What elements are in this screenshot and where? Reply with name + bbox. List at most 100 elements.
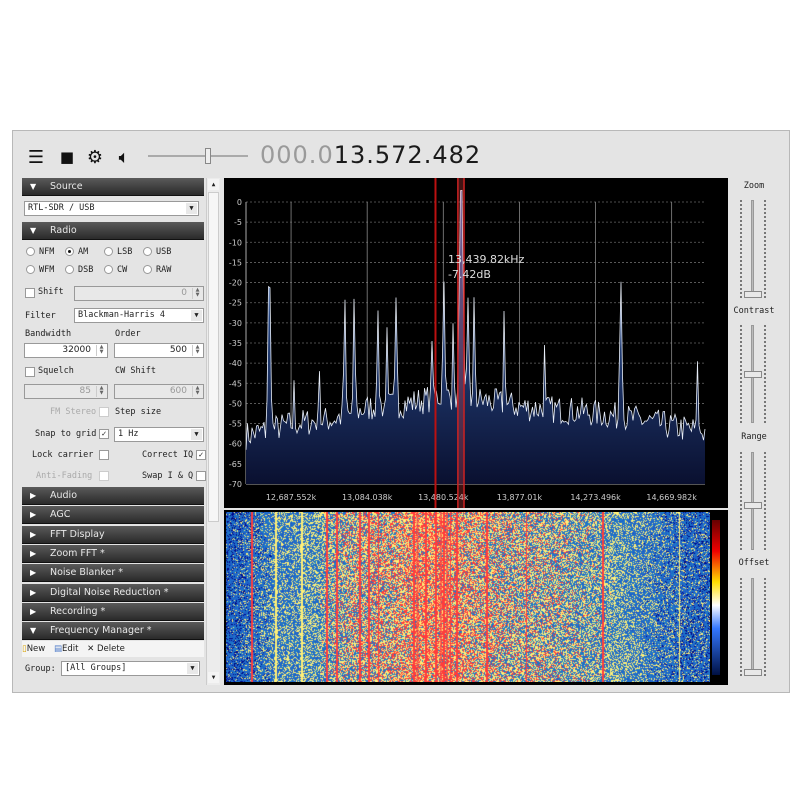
menu-icon[interactable]: ☰ [26, 147, 46, 168]
y-tick-label: -60 [229, 440, 242, 449]
spectrum-fill [246, 190, 705, 485]
lock-carrier-checkbox[interactable] [99, 450, 109, 460]
mode-radio-am[interactable]: AM [65, 247, 88, 257]
delete-label: Delete [96, 644, 125, 654]
filter-select[interactable]: Blackman-Harris 4 ▼ [74, 308, 204, 323]
waterfall-panel[interactable] [224, 510, 728, 685]
panel-header-digital-noise-reduction[interactable]: ▶ Digital Noise Reduction * [22, 583, 204, 602]
panel-header-fft-display[interactable]: ▶ FFT Display [22, 525, 204, 544]
waterfall-display[interactable] [226, 512, 710, 682]
gear-icon[interactable]: ⚙ [85, 147, 105, 168]
swap-iq-checkbox[interactable] [196, 471, 206, 481]
y-tick-label: -15 [229, 258, 242, 267]
fm-stereo-checkbox[interactable] [99, 407, 109, 417]
y-tick-label: -50 [229, 399, 242, 408]
cursor-frequency-label: 13,439.82kHz [448, 253, 525, 266]
slider-thumb[interactable] [744, 502, 762, 510]
chevron-down-icon: ▼ [186, 203, 197, 214]
anti-fading-checkbox[interactable] [99, 471, 109, 481]
collapse-icon: ▼ [30, 226, 37, 235]
spinner-icon[interactable]: ▲ ▼ [96, 345, 106, 356]
mode-radio-dsb[interactable]: DSB [65, 265, 93, 275]
mode-radio-usb[interactable]: USB [143, 247, 171, 257]
frequency-leading-digits[interactable]: 000.0 [260, 141, 334, 169]
radio-icon [65, 265, 74, 274]
frequency-manager-header[interactable]: ▼ Frequency Manager * [22, 622, 204, 640]
expand-icon: ▶ [30, 491, 37, 500]
header-label: Frequency Manager * [50, 625, 152, 636]
slider-thumb[interactable] [744, 669, 762, 676]
panel-header-zoom-fft[interactable]: ▶ Zoom FFT * [22, 544, 204, 563]
order-label: Order [115, 329, 141, 339]
edit-icon: ▤ [53, 644, 62, 654]
y-tick-label: -5 [234, 218, 242, 227]
mode-radio-cw[interactable]: CW [104, 265, 127, 275]
order-input[interactable]: 500 ▲ ▼ [114, 343, 204, 358]
radio-panel-header[interactable]: ▼ Radio [22, 222, 204, 240]
header-label: Audio [50, 490, 78, 501]
filter-label: Filter [25, 311, 56, 321]
spinner-icon[interactable]: ▲ ▼ [96, 386, 106, 397]
cw-shift-input[interactable]: 600 ▲ ▼ [114, 384, 204, 399]
y-tick-label: -65 [229, 460, 242, 469]
y-tick-label: -20 [229, 279, 242, 288]
frequency-display[interactable]: 000.013.572.482 [260, 141, 481, 169]
mode-label: NFM [39, 247, 55, 257]
stop-icon[interactable]: ■ [57, 148, 77, 166]
left-panel-scrollbar[interactable]: ▲ ▼ [206, 178, 220, 685]
mode-radio-lsb[interactable]: LSB [104, 247, 132, 257]
expand-icon: ▶ [30, 529, 37, 539]
header-label: Zoom FFT * [50, 547, 105, 559]
mode-label: DSB [78, 265, 94, 275]
radio-icon [143, 265, 152, 274]
filter-band [457, 178, 465, 508]
panel-header-agc[interactable]: ▶ AGC [22, 506, 204, 525]
swap-iq-label: Swap I & Q [142, 471, 194, 481]
mode-radio-nfm[interactable]: NFM [26, 247, 54, 257]
delete-icon: ✕ [87, 644, 95, 654]
x-tick-label: 14,273.496k [570, 493, 621, 502]
mode-radio-raw[interactable]: RAW [143, 265, 171, 275]
squelch-label: Squelch [38, 366, 74, 376]
scroll-up-icon[interactable]: ▲ [208, 179, 219, 190]
spinner-icon[interactable]: ▲ ▼ [192, 288, 202, 299]
new-button[interactable]: ▯New [22, 644, 45, 654]
source-panel-header[interactable]: ▼ Source [22, 178, 204, 196]
select-value: 1 Hz [118, 429, 139, 439]
step-size-select[interactable]: 1 Hz ▼ [114, 427, 204, 442]
shift-input[interactable]: 0 ▲ ▼ [74, 286, 204, 301]
expand-icon: ▶ [30, 587, 37, 597]
header-label: Recording * [50, 605, 106, 617]
header-label: FFT Display [50, 528, 105, 540]
squelch-checkbox[interactable] [25, 367, 35, 377]
group-select[interactable]: [All Groups] ▼ [61, 661, 200, 676]
scrollbar-thumb[interactable] [208, 192, 219, 522]
bandwidth-label: Bandwidth [25, 329, 72, 339]
spinner-icon[interactable]: ▲ ▼ [192, 386, 202, 397]
squelch-input[interactable]: 85 ▲ ▼ [24, 384, 108, 399]
spectrum-chart[interactable]: 0 -5 -10 -15 -20 -25 -30 -35 -40 -45 -50 -55 -60 -65 -… [224, 178, 728, 508]
panel-header-noise-blanker[interactable]: ▶ Noise Blanker * [22, 564, 204, 583]
slider-thumb[interactable] [744, 370, 762, 378]
volume-slider[interactable] [148, 146, 248, 168]
expand-icon: ▶ [30, 548, 37, 558]
frequency-digits[interactable]: 13.572.482 [334, 141, 481, 169]
source-device-select[interactable]: RTL-SDR / USB ▼ [24, 201, 199, 216]
panel-header-audio[interactable]: ▶ Audio [22, 487, 204, 505]
radio-icon [26, 265, 35, 274]
scroll-down-icon[interactable]: ▼ [208, 672, 219, 683]
speaker-icon[interactable]: 🔈︎ [114, 147, 134, 168]
slider-thumb[interactable] [744, 291, 762, 298]
shift-checkbox[interactable] [25, 288, 35, 298]
mode-radio-wfm[interactable]: WFM [26, 265, 54, 275]
panel-header-recording[interactable]: ▶ Recording * [22, 602, 204, 621]
snap-to-grid-checkbox[interactable]: ✓ [99, 429, 109, 439]
edit-button[interactable]: ▤Edit [54, 644, 79, 654]
new-label: New [26, 644, 46, 654]
correct-iq-checkbox[interactable]: ✓ [196, 450, 206, 460]
bandwidth-input[interactable]: 32000 ▲ ▼ [24, 343, 108, 358]
header-label: Source [50, 181, 83, 192]
zoom-label: Zoom [743, 181, 765, 191]
spinner-icon[interactable]: ▲ ▼ [192, 345, 202, 356]
delete-button[interactable]: ✕ Delete [87, 644, 125, 654]
